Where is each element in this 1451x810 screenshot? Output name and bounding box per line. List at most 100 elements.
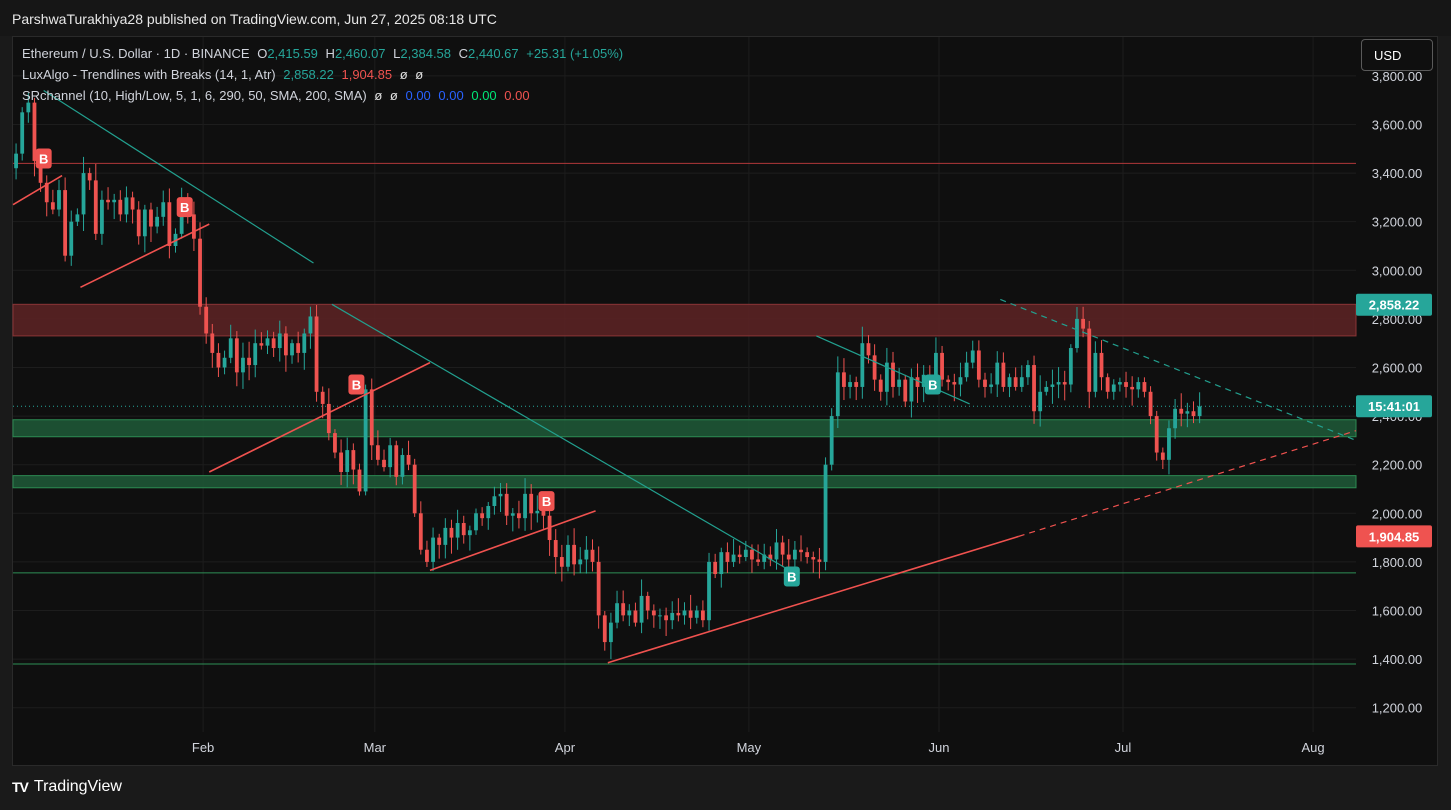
candle-body (651, 610, 656, 616)
legend-indicator-1: LuxAlgo - Trendlines with Breaks (14, 1,… (22, 67, 427, 82)
trendline-teal (331, 303, 793, 573)
x-tick-label: Apr (555, 740, 576, 755)
candle-body (161, 202, 166, 217)
indicator-2-value-5: 0.00 (471, 88, 497, 103)
candle-body (63, 190, 68, 256)
candle-body (486, 506, 491, 519)
candle-body (363, 389, 368, 492)
candle-body (241, 357, 245, 373)
candle-body (897, 379, 902, 387)
legend-low-value: 2,384.58 (400, 46, 452, 61)
candle-body (805, 552, 810, 558)
zone-resistance (12, 303, 1357, 337)
candle-body (639, 595, 644, 623)
x-tick-label: May (737, 740, 762, 755)
candle-body (418, 513, 423, 550)
candle-body (578, 559, 583, 565)
candle-body (743, 549, 748, 558)
candle-body (1001, 362, 1006, 387)
candle-body (124, 197, 129, 215)
candle-body (394, 445, 399, 477)
candle-body (909, 377, 914, 402)
candle-body (1087, 328, 1092, 392)
candle-body (1007, 377, 1012, 387)
legend-symbol[interactable]: Ethereum / U.S. Dollar · 1D · BINANCE (22, 46, 250, 61)
candle-body (676, 612, 681, 616)
candle-body (149, 209, 153, 227)
candle-body (541, 510, 546, 516)
x-tick-label: Jun (929, 740, 950, 755)
currency-button[interactable]: USD (1361, 39, 1433, 71)
y-tick-label: 1,200.00 (1372, 701, 1423, 716)
candle-body (1154, 416, 1159, 453)
candle-body (228, 338, 233, 358)
candle-body (609, 622, 613, 643)
candle-body (81, 173, 86, 215)
candle-body (271, 338, 276, 349)
candle-body (627, 610, 632, 616)
candle-body (192, 214, 196, 239)
candle-body (535, 510, 540, 514)
candle-body (75, 214, 80, 222)
zone-support (12, 419, 1357, 438)
break-label-text: B (928, 378, 937, 393)
candle-body (492, 496, 497, 507)
candle-body (970, 350, 975, 363)
candle-body (1081, 318, 1086, 329)
price-chart[interactable]: BBBBBB 3,800.003,600.003,400.003,200.003… (0, 0, 1451, 810)
indicator-1-value-2: 1,904.85 (341, 67, 393, 82)
candle-body (835, 372, 840, 417)
candle-body (467, 530, 472, 536)
candle-body (725, 552, 730, 562)
candle-body (958, 377, 963, 385)
candle-body (811, 557, 816, 560)
candle-body (750, 549, 754, 560)
candle-body (952, 382, 957, 385)
indicator-2-name[interactable]: SRchannel (10, High/Low, 5, 1, 6, 290, 5… (22, 88, 367, 103)
candle-body (713, 561, 718, 575)
indicator-1-value-3: ø (399, 67, 408, 82)
candle-body (694, 610, 699, 618)
candle-body (1142, 382, 1147, 392)
candle-body (20, 112, 25, 154)
footer-brand[interactable]: TV TradingView (12, 778, 122, 796)
y-tick-label: 1,800.00 (1372, 555, 1423, 570)
candle-body (431, 537, 435, 562)
candle-body (406, 454, 411, 465)
break-label-text: B (542, 494, 551, 509)
indicator-1-name[interactable]: LuxAlgo - Trendlines with Breaks (14, 1,… (22, 67, 276, 82)
candle-body (658, 615, 662, 617)
candle-body (455, 523, 460, 538)
candle-body (829, 416, 834, 465)
candle-body (670, 612, 675, 621)
candle-body (1019, 377, 1024, 387)
candle-body (26, 102, 31, 113)
candle-body (976, 350, 981, 380)
candle-body (302, 333, 307, 353)
candle-body (1013, 377, 1018, 387)
candle-body (1173, 408, 1177, 429)
candle-body (100, 199, 104, 234)
candle-body (596, 561, 601, 616)
candle-body (474, 513, 478, 531)
candle-body (983, 379, 987, 387)
candle-body (1105, 377, 1110, 392)
x-tick-label: Aug (1302, 740, 1325, 755)
break-label-text: B (352, 378, 361, 393)
candle-body (823, 464, 828, 562)
tradingview-logo-icon: TV (12, 779, 29, 795)
candle-body (369, 389, 374, 446)
legend-open-label: O (257, 46, 268, 61)
candle-body (339, 452, 343, 472)
candle-body (1068, 348, 1073, 385)
indicator-2-value-6: 0.00 (504, 88, 530, 103)
candle-body (1032, 365, 1036, 412)
trendlines (12, 89, 1357, 664)
candle-body (1179, 408, 1184, 414)
candle-body (382, 459, 386, 468)
x-tick-label: Jul (1115, 740, 1132, 755)
candle-body (934, 352, 938, 378)
break-label-text: B (180, 200, 189, 215)
candle-body (50, 202, 55, 210)
candle-body (320, 391, 325, 404)
